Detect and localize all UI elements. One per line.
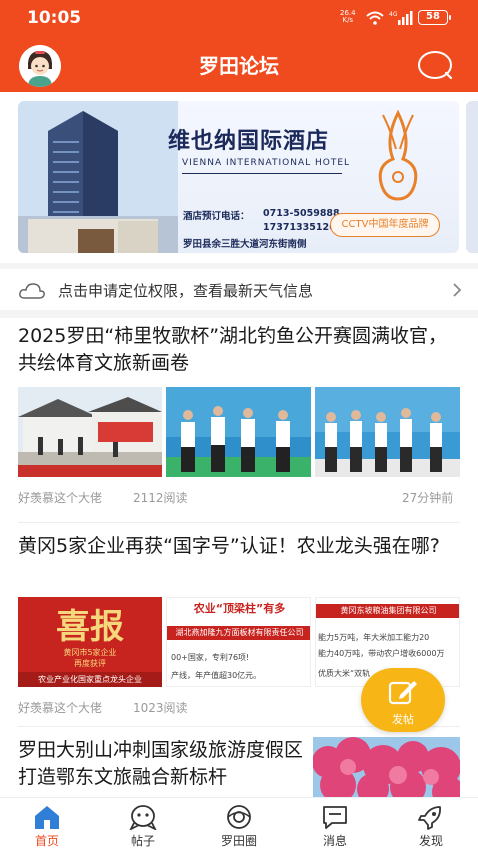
- hotel-banner[interactable]: 维也纳国际酒店 VIENNA INTERNATIONAL HOTEL 酒店预订电…: [18, 101, 459, 253]
- hotel-building-image: [18, 101, 178, 253]
- article-1-photo-2: [166, 387, 311, 477]
- section-gap: [0, 310, 478, 318]
- hotel-name: 维也纳国际酒店: [168, 128, 330, 154]
- home-icon: [35, 806, 59, 829]
- nav-home[interactable]: 首页: [12, 798, 82, 850]
- bottom-nav: 首页 帖子 罗田圈 消息 发现: [0, 797, 478, 850]
- article-1-time: 27分钟前: [402, 491, 454, 505]
- article-3-photo: [313, 737, 460, 797]
- status-bar: 10:05 26.4 K/s 4G 58: [0, 0, 478, 36]
- nav-messages-label: 消息: [322, 834, 347, 848]
- chevron-right-icon: [453, 283, 462, 297]
- good-news-line-2: 再度获评: [74, 659, 106, 668]
- rocket-icon: [418, 806, 441, 830]
- thumb3-heading: 黄冈东坡粮油集团有限公司: [316, 604, 459, 618]
- nav-circle[interactable]: 罗田圈: [204, 798, 274, 850]
- article-2-title[interactable]: 黄冈5家企业再获“国字号”认证！农业龙头强在哪?: [18, 533, 458, 560]
- thumb2-line-2: 产线，年产值超30亿元。: [171, 671, 262, 680]
- article-1-title[interactable]: 2025罗田“柿里牧歌杯”湖北钓鱼公开赛圆满收官，共绘体育文旅新画卷: [18, 323, 458, 377]
- article-3-thumb[interactable]: [313, 737, 460, 797]
- article-1-thumb-2[interactable]: [166, 387, 311, 477]
- circle-icon: [227, 805, 251, 829]
- net-speed: 26.4 K/s: [340, 10, 356, 24]
- thumb2-sub: 湖北燕加隆九方面板材有限责任公司: [167, 626, 310, 640]
- svg-text:4G: 4G: [389, 11, 398, 18]
- net-speed-unit: K/s: [342, 16, 354, 24]
- article-1-photo-3: [315, 387, 460, 477]
- nav-messages[interactable]: 消息: [300, 798, 370, 850]
- violin-logo-icon: [378, 109, 418, 201]
- message-icon: [323, 806, 347, 829]
- status-time: 10:05: [27, 8, 82, 28]
- hotel-divider: [182, 173, 342, 174]
- thumb3-line-3: 优质大米“双轨: [318, 669, 371, 678]
- good-news-line-1: 黄冈市5家企业: [63, 648, 117, 657]
- app-header: 10:05 26.4 K/s 4G 58 罗田论坛: [0, 0, 478, 92]
- article-3-title[interactable]: 罗田大别山冲刺国家级旅游度假区 打造鄂东文旅融合新标杆: [18, 737, 308, 795]
- article-1-thumb-3[interactable]: [315, 387, 460, 477]
- nav-home-label: 首页: [34, 834, 59, 848]
- search-button[interactable]: [416, 48, 454, 82]
- nav-posts-label: 帖子: [130, 834, 155, 848]
- battery-indicator: 58: [418, 10, 451, 25]
- hotel-name-en: VIENNA INTERNATIONAL HOTEL: [182, 158, 351, 168]
- article-1-author: 好羡慕这个大佬: [18, 491, 103, 505]
- banner-next-peek[interactable]: [466, 101, 478, 253]
- article-2-author: 好羡慕这个大佬: [18, 701, 103, 715]
- article-1-photo-1: [18, 387, 162, 477]
- signal-icon: 4G: [389, 11, 413, 25]
- thumb3-line-1: 能力5万吨，年大米加工能力20: [318, 633, 430, 642]
- divider: [18, 522, 460, 523]
- posts-icon: [129, 805, 157, 830]
- nav-circle-label: 罗田圈: [220, 834, 257, 848]
- cloud-icon: [19, 283, 45, 299]
- phone-1: 0713-5059888: [263, 208, 340, 219]
- good-news-line-3: 农业产业化国家重点龙头企业: [18, 672, 162, 687]
- cctv-brand-badge: CCTV中国年度品牌: [330, 213, 440, 237]
- article-2-reads: 1023阅读: [133, 701, 188, 715]
- phone-2: 17371335126: [263, 222, 336, 233]
- post-button-label: 发帖: [392, 713, 414, 726]
- phone-label: 酒店预订电话：: [183, 211, 250, 222]
- section-gap: [0, 263, 478, 269]
- edit-icon: [388, 681, 417, 705]
- nav-discover-label: 发现: [418, 834, 443, 848]
- page-title: 罗田论坛: [199, 54, 279, 78]
- post-button[interactable]: 发帖: [361, 668, 445, 732]
- weather-text: 点击申请定位权限，查看最新天气信息: [58, 282, 314, 300]
- article-2-thumb-2[interactable]: 农业“顶梁柱”有多 湖北燕加隆九方面板材有限责任公司 00+国家，专利76项! …: [166, 597, 311, 687]
- hotel-address: 罗田县余三胜大道河东街南侧: [183, 239, 307, 250]
- good-news-heading: 喜报: [56, 607, 124, 647]
- nav-discover[interactable]: 发现: [396, 798, 466, 850]
- search-icon: [418, 51, 453, 80]
- weather-prompt[interactable]: 点击申请定位权限，查看最新天气信息: [18, 276, 463, 304]
- thumb2-line-1: 00+国家，专利76项!: [171, 653, 250, 662]
- article-2-thumb-1[interactable]: 喜报 黄冈市5家企业 再度获评 农业产业化国家重点龙头企业: [18, 597, 162, 687]
- thumb2-heading: 农业“顶梁柱”有多: [193, 602, 286, 615]
- nav-posts[interactable]: 帖子: [108, 798, 178, 850]
- article-1-thumb-1[interactable]: [18, 387, 162, 477]
- article-1-reads: 2112阅读: [133, 491, 188, 505]
- thumb3-line-2: 能力40万吨，带动农户增收6000万: [318, 649, 445, 658]
- wifi-icon: [366, 11, 384, 25]
